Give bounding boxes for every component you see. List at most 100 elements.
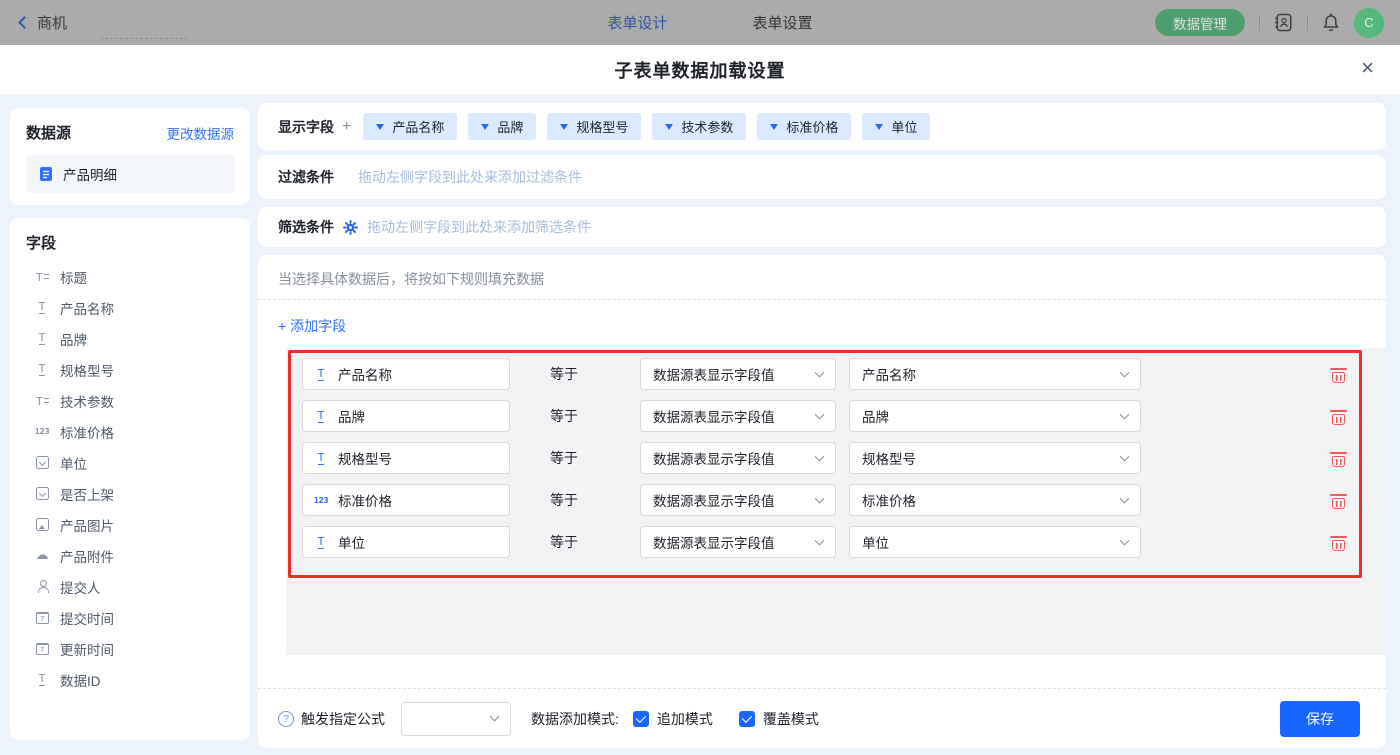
field-label: 产品图片 <box>60 515 114 535</box>
field-type-icon <box>34 455 50 471</box>
display-field-tag[interactable]: 标准价格 <box>757 113 851 140</box>
notification-bell-icon[interactable] <box>1322 13 1340 33</box>
field-label: 品牌 <box>60 329 87 349</box>
field-label: 产品名称 <box>60 298 114 318</box>
field-type-icon <box>34 672 50 688</box>
field-label: 提交人 <box>60 577 101 597</box>
tag-label: 产品名称 <box>392 117 444 136</box>
datasource-card: 数据源 更改数据源 产品明细 <box>10 108 250 205</box>
display-field-tag[interactable]: 产品名称 <box>363 113 457 140</box>
checkbox-label: 覆盖模式 <box>763 709 819 729</box>
dropdown-triangle-icon <box>560 124 568 130</box>
tab-form-settings[interactable]: 表单设置 <box>753 12 813 33</box>
field-label: 技术参数 <box>60 391 114 411</box>
sift-condition-placeholder: 拖动左侧字段到此处来添加筛选条件 <box>367 217 591 237</box>
change-datasource-link[interactable]: 更改数据源 <box>167 123 235 143</box>
topbar-tabs: 表单设计 表单设置 <box>607 12 812 33</box>
sidebar-field-item[interactable]: 单位 <box>26 447 234 478</box>
add-display-field-button[interactable]: + <box>342 118 351 136</box>
fields-title: 字段 <box>26 232 234 253</box>
sidebar-field-item[interactable]: 标题 <box>26 261 234 292</box>
display-fields-label: 显示字段 <box>278 117 334 137</box>
field-label: 数据ID <box>60 670 101 690</box>
tab-form-design[interactable]: 表单设计 <box>607 12 667 33</box>
field-label: 标准价格 <box>60 422 114 442</box>
checkbox-checked-icon[interactable] <box>739 711 755 727</box>
form-document-icon <box>38 166 54 182</box>
modal-titlebar: 子表单数据加载设置 × <box>0 45 1400 95</box>
formula-select[interactable] <box>401 702 511 736</box>
field-label: 产品附件 <box>60 546 114 566</box>
dropdown-triangle-icon <box>481 124 489 130</box>
field-type-icon <box>34 517 50 533</box>
highlight-annotation-box <box>288 350 1362 578</box>
display-field-tag[interactable]: 单位 <box>862 113 930 140</box>
field-label: 单位 <box>60 453 87 473</box>
sidebar-field-item[interactable]: 标准价格 <box>26 416 234 447</box>
sidebar-field-item[interactable]: 规格型号 <box>26 354 234 385</box>
sidebar-field-item[interactable]: 产品图片 <box>26 509 234 540</box>
filter-condition-placeholder: 拖动左侧字段到此处来添加过滤条件 <box>358 167 582 187</box>
display-field-tag[interactable]: 规格型号 <box>547 113 641 140</box>
tag-label: 单位 <box>891 117 917 136</box>
form-name-underline <box>100 38 188 39</box>
divider <box>258 299 1386 300</box>
sidebar-field-item[interactable]: 品牌 <box>26 323 234 354</box>
add-field-link[interactable]: + 添加字段 <box>278 316 346 336</box>
gear-icon[interactable] <box>343 220 358 235</box>
dropdown-triangle-icon <box>665 124 673 130</box>
save-button[interactable]: 保存 <box>1280 701 1360 737</box>
field-type-icon <box>34 424 50 440</box>
overwrite-mode-option[interactable]: 覆盖模式 <box>739 709 819 729</box>
tag-label: 规格型号 <box>576 117 628 136</box>
chevron-down-icon <box>490 712 500 722</box>
help-question-icon[interactable]: ? <box>278 711 294 727</box>
append-mode-option[interactable]: 追加模式 <box>633 709 713 729</box>
field-type-icon <box>34 300 50 316</box>
field-label: 是否上架 <box>60 484 114 504</box>
field-type-icon <box>34 362 50 378</box>
close-icon[interactable]: × <box>1361 57 1374 79</box>
sidebar-field-item[interactable]: 产品名称 <box>26 292 234 323</box>
field-label: 规格型号 <box>60 360 114 380</box>
topbar: 商机 表单设计 表单设置 数据管理 C <box>0 0 1400 45</box>
field-type-icon <box>34 610 50 626</box>
contacts-icon[interactable] <box>1274 13 1293 32</box>
sidebar-field-item[interactable]: 更新时间 <box>26 633 234 664</box>
dropdown-triangle-icon <box>770 124 778 130</box>
display-field-tag[interactable]: 技术参数 <box>652 113 746 140</box>
rules-hint: 当选择具体数据后，将按如下规则填充数据 <box>258 255 1386 299</box>
field-type-icon <box>34 579 50 595</box>
sidebar-field-item[interactable]: 技术参数 <box>26 385 234 416</box>
rules-drop-zone: 产品名称 等于 数据源表显示字段值 产品名称 品牌 等于 数据源表显示字段值 品… <box>286 348 1386 655</box>
display-fields-card: 显示字段 + 产品名称 品牌 规格型号 技术参数 标准价格 单位 <box>258 103 1386 150</box>
modal-title: 子表单数据加载设置 <box>615 57 786 83</box>
field-label: 提交时间 <box>60 608 114 628</box>
sidebar-field-item[interactable]: 数据ID <box>26 664 234 695</box>
display-field-tag[interactable]: 品牌 <box>468 113 536 140</box>
tag-label: 标准价格 <box>786 117 838 136</box>
data-manage-button[interactable]: 数据管理 <box>1155 9 1245 36</box>
dropdown-triangle-icon <box>376 124 384 130</box>
trigger-formula-label: 触发指定公式 <box>301 709 385 729</box>
sidebar-field-item[interactable]: 是否上架 <box>26 478 234 509</box>
datasource-name: 产品明细 <box>63 164 117 184</box>
checkbox-label: 追加模式 <box>657 709 713 729</box>
filter-condition-card[interactable]: 过滤条件 拖动左侧字段到此处来添加过滤条件 <box>258 155 1386 199</box>
sidebar-field-item[interactable]: 提交时间 <box>26 602 234 633</box>
sidebar-field-item[interactable]: 产品附件 <box>26 540 234 571</box>
checkbox-checked-icon[interactable] <box>633 711 649 727</box>
sidebar-field-item[interactable]: 提交人 <box>26 571 234 602</box>
field-type-icon <box>34 548 50 564</box>
sift-condition-card[interactable]: 筛选条件 拖动左侧字段到此处来添加筛选条件 <box>258 207 1386 247</box>
user-avatar[interactable]: C <box>1354 8 1384 38</box>
field-type-icon <box>34 331 50 347</box>
separator <box>1307 15 1308 31</box>
separator <box>1259 15 1260 31</box>
display-field-tags: 产品名称 品牌 规格型号 技术参数 标准价格 单位 <box>363 113 930 140</box>
data-add-mode-label: 数据添加模式: <box>531 709 619 729</box>
datasource-title: 数据源 <box>26 122 71 143</box>
datasource-item[interactable]: 产品明细 <box>26 155 234 193</box>
back-button[interactable]: 商机 <box>16 12 67 33</box>
field-type-icon <box>34 486 50 502</box>
